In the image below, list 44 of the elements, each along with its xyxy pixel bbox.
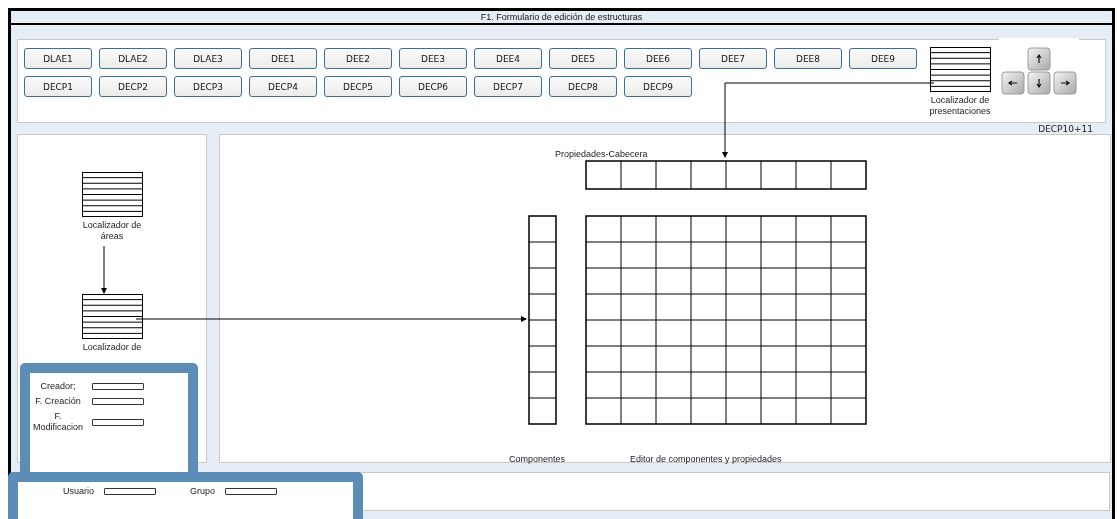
toolbar-button[interactable]: DECP4	[249, 76, 317, 97]
field-label: Creador;	[39, 381, 77, 392]
toolbar-button[interactable]: DEE4	[474, 48, 542, 69]
toolbar-button[interactable]: DECP7	[474, 76, 542, 97]
toolbar-button[interactable]: DECP6	[399, 76, 467, 97]
toolbar-button[interactable]: DEE6	[624, 48, 692, 69]
components-label: Componentes	[509, 454, 566, 464]
field-label: Grupo	[190, 486, 216, 496]
input-field[interactable]	[92, 398, 144, 405]
toolbar-button[interactable]: DECP9	[624, 76, 692, 97]
toolbar-button[interactable]: DECP2	[99, 76, 167, 97]
locator-label: Localizador de áreas	[81, 220, 143, 242]
connector-arrow	[101, 245, 107, 294]
locator-label: Localizador de presentaciones	[928, 95, 992, 117]
field-label: Usuario	[63, 486, 94, 496]
list-icon	[81, 294, 143, 339]
toolbar-button[interactable]: DECP3	[174, 76, 242, 97]
header-label: Propiedades-Cabecera	[555, 149, 648, 159]
toolbar-button[interactable]: DECP1	[24, 76, 92, 97]
toolbar-button[interactable]: DEE5	[549, 48, 617, 69]
toolbar-button[interactable]: DEE1	[249, 48, 317, 69]
input-field[interactable]	[92, 418, 144, 426]
toolbar-button[interactable]: DLAE3	[174, 48, 242, 69]
list-icon	[81, 172, 143, 217]
window-title: F1. Formulario de edición de estructuras	[480, 12, 643, 22]
field-label: F. Modificacion	[32, 411, 84, 433]
input-field[interactable]	[104, 487, 156, 495]
toolbar-button[interactable]: DECP5	[324, 76, 392, 97]
shortcut-label: DECP10+11	[1038, 123, 1093, 134]
editor-label: Editor de componentes y propiedades	[630, 454, 782, 464]
toolbar-button[interactable]: DEE2	[324, 48, 392, 69]
field-label: F. Creación	[34, 396, 82, 407]
input-field[interactable]	[92, 383, 144, 390]
toolbar-button[interactable]: DEE3	[399, 48, 467, 69]
toolbar-button[interactable]: DEE7	[699, 48, 767, 69]
toolbar-button[interactable]: DEE9	[849, 48, 917, 69]
toolbar-button[interactable]: DEE8	[774, 48, 842, 69]
arrow-keys-icon	[1001, 47, 1077, 95]
toolbar-button[interactable]: DLAE1	[24, 48, 92, 69]
locator-label: Localizador de	[81, 342, 143, 353]
input-field[interactable]	[225, 487, 278, 495]
toolbar-button[interactable]: DECP8	[549, 76, 617, 97]
toolbar-button[interactable]: DLAE2	[99, 48, 167, 69]
list-icon	[929, 47, 991, 92]
